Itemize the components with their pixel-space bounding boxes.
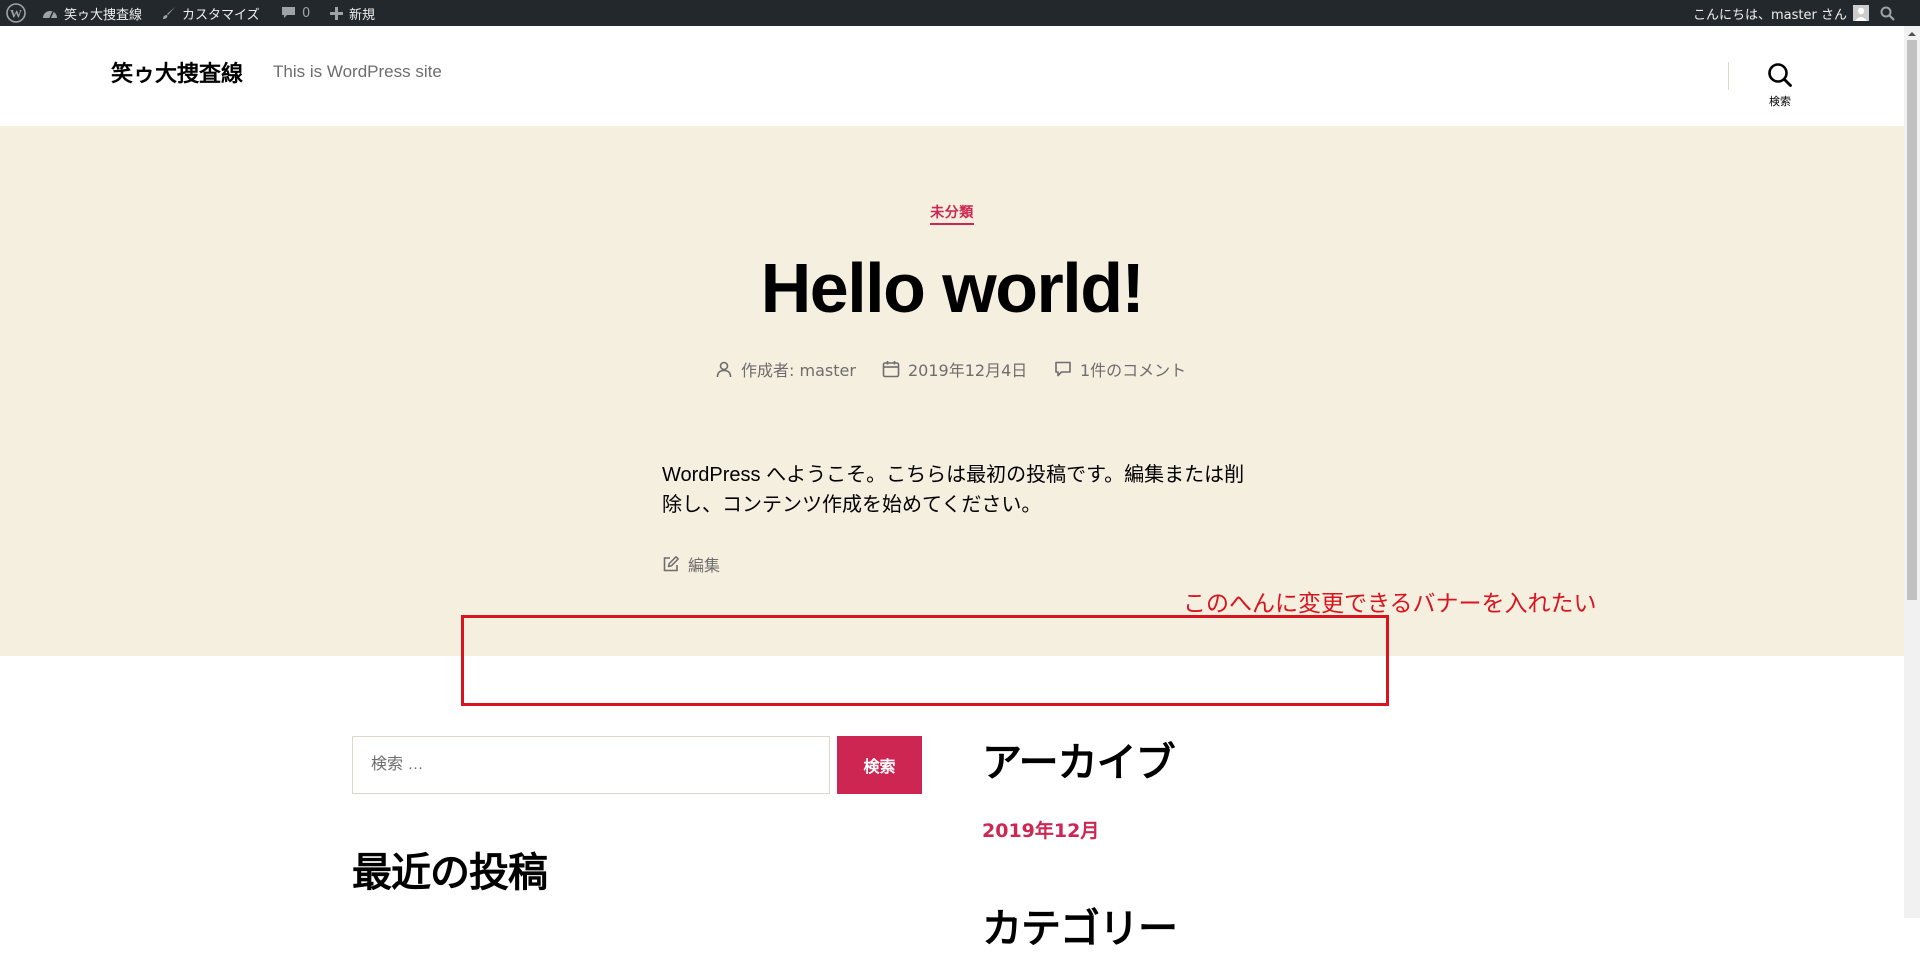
admin-new-link[interactable]: 新規	[330, 0, 375, 26]
page-scrollbar[interactable]	[1904, 26, 1920, 918]
admin-bar: W 笑ゥ大捜査線 カスタマイズ 0 新規 こんにちは、master さん	[0, 0, 1920, 26]
comments-link[interactable]: 1件のコメント	[1080, 357, 1186, 381]
admin-new-label: 新規	[349, 7, 376, 23]
post-comments: 1件のコメント	[1054, 358, 1186, 380]
archives-title: アーカイブ	[982, 740, 1176, 786]
admin-site-link[interactable]: 笑ゥ大捜査線	[42, 0, 142, 26]
annotation-banner-box	[461, 615, 1389, 706]
edit-post-link[interactable]: 編集	[662, 552, 720, 576]
widget-search-form: 検索	[352, 736, 922, 794]
svg-text:W: W	[10, 7, 22, 21]
search-icon	[1768, 63, 1792, 87]
post-entry-header: 未分類 Hello world! 作成者: master 2019年12月4日 …	[0, 126, 1904, 658]
header-divider	[1728, 62, 1729, 90]
search-submit-button[interactable]: 検索	[837, 736, 922, 794]
comment-bubble-icon	[282, 7, 295, 18]
admin-greeting: こんにちは、master さん	[1693, 7, 1847, 23]
person-icon	[716, 361, 732, 378]
dashboard-icon	[43, 11, 57, 19]
site-title[interactable]: 笑ゥ大捜査線	[111, 56, 243, 88]
author-link[interactable]: 作成者: master	[741, 357, 856, 381]
search-input[interactable]	[352, 736, 830, 794]
brush-icon	[163, 7, 175, 19]
site-description: This is WordPress site	[273, 62, 442, 81]
calendar-icon	[882, 361, 900, 378]
search-toggle-button[interactable]: 検索	[1752, 62, 1808, 108]
categories-title: カテゴリー	[982, 906, 1178, 952]
admin-comments-link[interactable]: 0	[281, 0, 310, 26]
comment-icon	[1055, 361, 1071, 377]
admin-customize-link[interactable]: カスタマイズ	[162, 0, 260, 26]
edit-icon	[663, 556, 679, 572]
wordpress-logo-icon[interactable]: W	[6, 0, 26, 26]
recent-posts-title: 最近の投稿	[352, 850, 548, 896]
archive-month-link[interactable]: 2019年12月	[982, 816, 1099, 843]
admin-site-name: 笑ゥ大捜査線	[64, 7, 143, 23]
post-title: Hello world!	[760, 249, 1145, 327]
search-toggle-label: 検索	[1769, 95, 1791, 108]
date-link[interactable]: 2019年12月4日	[908, 357, 1027, 381]
post-date: 2019年12月4日	[882, 358, 1027, 380]
post-author: 作成者: master	[715, 358, 856, 380]
admin-search-icon[interactable]	[1880, 0, 1895, 26]
scroll-up-arrow-icon[interactable]	[1904, 26, 1920, 40]
admin-customize-label: カスタマイズ	[182, 7, 260, 23]
scrollbar-thumb[interactable]	[1907, 40, 1917, 600]
edit-label: 編集	[688, 556, 721, 575]
annotation-note: このへんに変更できるバナーを入れたい	[1183, 591, 1597, 617]
post-category: 未分類	[0, 202, 1904, 225]
avatar	[1852, 5, 1869, 21]
plus-icon	[330, 6, 343, 20]
category-link[interactable]: 未分類	[930, 205, 974, 225]
post-content: WordPress へようこそ。こちらは最初の投稿です。編集または削除し、コンテ…	[662, 464, 1245, 516]
admin-comments-count: 0	[302, 5, 311, 21]
site-header: 笑ゥ大捜査線 This is WordPress site 検索	[0, 26, 1904, 126]
admin-account-link[interactable]: こんにちは、master さん	[1693, 0, 1869, 26]
